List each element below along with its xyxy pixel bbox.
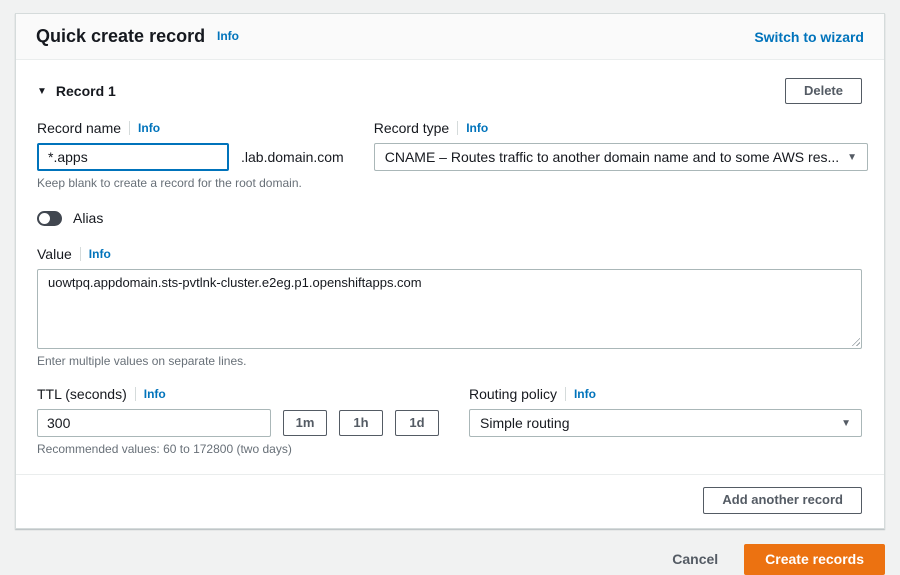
record-name-label-row: Record name Info (37, 120, 344, 136)
alias-row: Alias (37, 210, 862, 226)
record-name-info-link[interactable]: Info (138, 121, 160, 135)
record-name-input[interactable] (37, 143, 229, 172)
routing-policy-selected-value: Simple routing (480, 415, 570, 432)
label-separator (79, 247, 81, 262)
header-info-link[interactable]: Info (217, 29, 239, 43)
panel-header: Quick create record Info Switch to wizar… (16, 14, 884, 60)
page-actions: Cancel Create records (0, 529, 900, 575)
record-name-hint: Keep blank to create a record for the ro… (37, 176, 302, 191)
label-separator (134, 387, 136, 402)
label-separator (564, 387, 566, 402)
value-hint: Enter multiple values on separate lines. (37, 354, 247, 369)
domain-suffix: .lab.domain.com (241, 149, 344, 166)
record-type-field-group: Record type Info CNAME – Routes traffic … (373, 120, 869, 190)
name-type-row: Record name Info .lab.domain.com Keep bl… (37, 120, 869, 190)
routing-policy-label-row: Routing policy Info (469, 386, 862, 402)
ttl-1h-button[interactable]: 1h (339, 410, 383, 437)
value-label: Value (37, 246, 72, 263)
record-type-label-row: Record type Info (374, 120, 868, 136)
chevron-down-icon: ▼ (847, 151, 858, 163)
page-title: Quick create record (36, 26, 206, 46)
alias-label: Alias (73, 210, 104, 227)
record-name-label: Record name (37, 120, 122, 137)
chevron-down-icon: ▼ (841, 417, 851, 429)
add-another-record-button[interactable]: Add another record (703, 487, 862, 514)
value-info-link[interactable]: Info (89, 247, 111, 261)
ttl-field-group: TTL (seconds) Info 1m 1h 1d Recommended … (37, 386, 439, 456)
record-name-field-group: Record name Info .lab.domain.com Keep bl… (37, 120, 344, 190)
ttl-routing-row: TTL (seconds) Info 1m 1h 1d Recommended … (37, 386, 862, 456)
switch-to-wizard-link[interactable]: Switch to wizard (754, 29, 864, 45)
routing-policy-info-link[interactable]: Info (574, 387, 596, 401)
ttl-info-link[interactable]: Info (144, 387, 166, 401)
ttl-1m-button[interactable]: 1m (283, 410, 327, 437)
create-records-button[interactable]: Create records (744, 543, 885, 575)
record-section-toggle[interactable]: ▼ Record 1 (37, 83, 116, 99)
quick-create-record-panel: Quick create record Info Switch to wizar… (15, 13, 885, 529)
routing-policy-label: Routing policy (469, 386, 557, 403)
cancel-button[interactable]: Cancel (672, 551, 718, 567)
record-type-select[interactable]: CNAME – Routes traffic to another domain… (373, 143, 869, 172)
record-type-info-link[interactable]: Info (466, 121, 488, 135)
panel-footer: Add another record (16, 474, 884, 527)
value-label-row: Value Info (37, 246, 862, 262)
record-name-input-row: .lab.domain.com (37, 143, 344, 172)
routing-policy-select[interactable]: Simple routing ▼ (469, 409, 862, 438)
record-type-selected-value: CNAME – Routes traffic to another domain… (384, 149, 840, 166)
panel-body: ▼ Record 1 Delete Record name Info .lab.… (16, 60, 884, 456)
label-separator (457, 121, 459, 136)
ttl-1d-button[interactable]: 1d (395, 410, 439, 437)
value-textarea[interactable]: uowtpq.appdomain.sts-pvtlnk-cluster.e2eg… (37, 269, 862, 350)
ttl-label: TTL (seconds) (37, 386, 127, 403)
ttl-label-row: TTL (seconds) Info (37, 386, 439, 402)
ttl-input-row: 1m 1h 1d (37, 409, 439, 438)
delete-button[interactable]: Delete (784, 78, 862, 105)
toggle-knob (39, 212, 50, 224)
record-type-label: Record type (373, 120, 450, 137)
value-textarea-wrap: uowtpq.appdomain.sts-pvtlnk-cluster.e2eg… (37, 269, 862, 350)
routing-policy-field-group: Routing policy Info Simple routing ▼ (469, 386, 862, 456)
collapse-triangle-icon: ▼ (37, 85, 47, 97)
alias-toggle[interactable] (37, 210, 62, 226)
record-header-row: ▼ Record 1 Delete (37, 78, 862, 105)
panel-title-group: Quick create record Info (36, 26, 239, 47)
ttl-input[interactable] (37, 409, 271, 438)
value-field-group: Value Info uowtpq.appdomain.sts-pvtlnk-c… (37, 246, 862, 368)
ttl-hint: Recommended values: 60 to 172800 (two da… (37, 442, 292, 457)
label-separator (129, 121, 131, 136)
record-title: Record 1 (55, 83, 116, 100)
